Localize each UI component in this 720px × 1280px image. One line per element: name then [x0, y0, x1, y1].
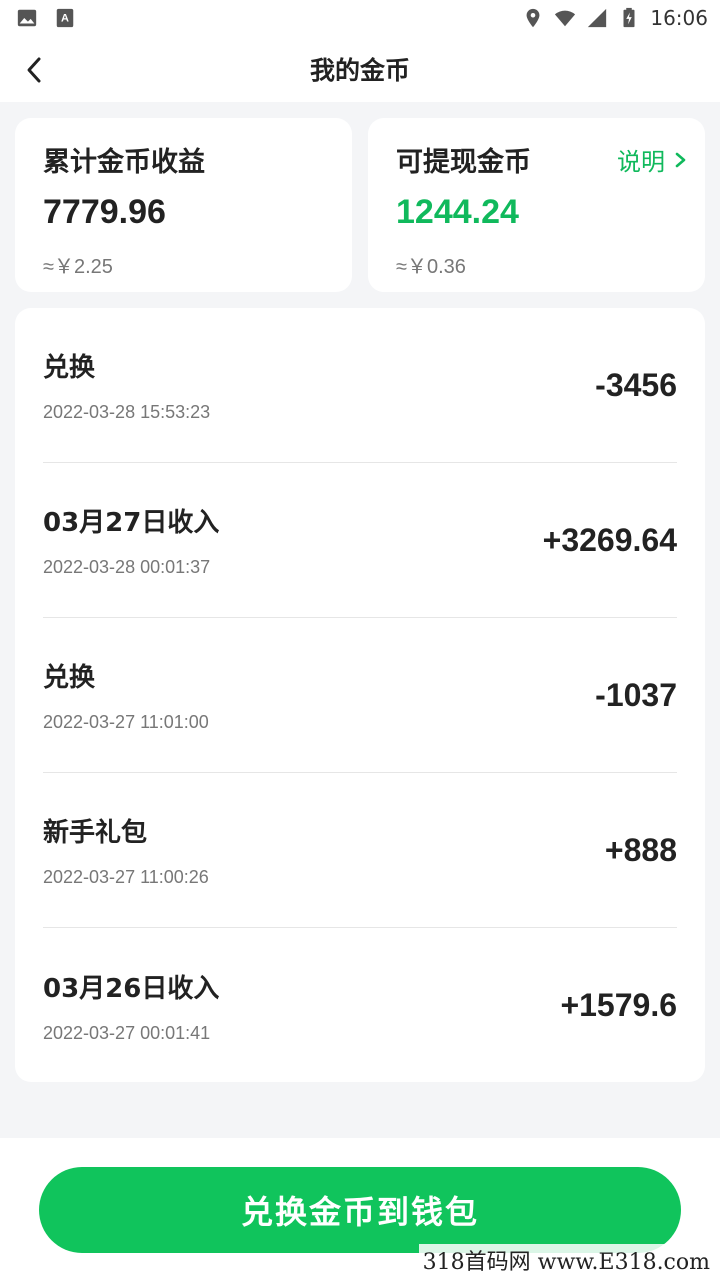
explain-link[interactable]: 说明 [617, 142, 691, 177]
withdrawable-cny: ≈￥0.36 [396, 256, 466, 278]
withdrawable-card: 可提现金币 说明 1244.24 ≈￥0.36 [368, 118, 705, 292]
location-icon [526, 8, 540, 28]
font-icon: A [56, 8, 74, 28]
coin-record-list: 兑换 2022-03-28 15:53:23 -3456 03月27日收入 20… [15, 308, 705, 1082]
record-title: 兑换 [43, 663, 96, 693]
total-earnings-label: 累计金币收益 [43, 147, 205, 178]
list-item[interactable]: 兑换 2022-03-28 15:53:23 -3456 [43, 308, 677, 463]
record-time: 2022-03-28 15:53:23 [43, 402, 211, 422]
watermark: 318首码网 www.E318.com [418, 1244, 714, 1276]
record-time: 2022-03-28 00:01:37 [43, 557, 211, 577]
total-earnings-card: 累计金币收益 7779.96 ≈￥2.25 [15, 118, 352, 292]
total-earnings-value: 7779.96 [43, 193, 166, 231]
signal-icon [588, 8, 607, 28]
explain-label: 说明 [617, 148, 665, 176]
status-time: 16:06 [650, 6, 708, 30]
status-bar: A 16:06 [0, 0, 720, 36]
chevron-left-icon [27, 57, 41, 83]
record-title: 新手礼包 [43, 818, 148, 848]
exchange-to-wallet-button[interactable]: 兑换金币到钱包 [39, 1167, 681, 1253]
record-title: 03月26日收入 [43, 973, 220, 1004]
wifi-icon [555, 10, 576, 27]
svg-text:A: A [61, 13, 69, 25]
image-icon [17, 9, 37, 27]
chevron-right-icon [675, 152, 686, 167]
list-item[interactable]: 03月26日收入 2022-03-27 00:01:41 +1579.6 [43, 928, 677, 1083]
record-time: 2022-03-27 11:01:00 [43, 712, 209, 732]
back-button[interactable] [14, 50, 54, 90]
withdrawable-value: 1244.24 [396, 193, 519, 231]
record-title: 兑换 [43, 353, 96, 383]
total-earnings-cny: ≈￥2.25 [43, 256, 113, 278]
record-amount: +1579.6 [560, 987, 677, 1023]
list-item[interactable]: 03月27日收入 2022-03-28 00:01:37 +3269.64 [43, 463, 677, 618]
record-amount: -1037 [595, 676, 677, 713]
record-time: 2022-03-27 00:01:41 [43, 1022, 211, 1043]
list-item[interactable]: 新手礼包 2022-03-27 11:00:26 +888 [43, 773, 677, 928]
record-amount: +3269.64 [542, 521, 677, 558]
record-title: 03月27日收入 [43, 508, 220, 538]
battery-icon [623, 7, 635, 28]
list-item[interactable]: 兑换 2022-03-27 11:01:00 -1037 [43, 618, 677, 773]
record-amount: +888 [604, 831, 677, 868]
nav-bar: 我的金币 [0, 36, 720, 102]
page-title: 我的金币 [309, 56, 410, 85]
record-time: 2022-03-27 11:00:26 [43, 867, 209, 887]
record-amount: -3456 [595, 366, 677, 403]
